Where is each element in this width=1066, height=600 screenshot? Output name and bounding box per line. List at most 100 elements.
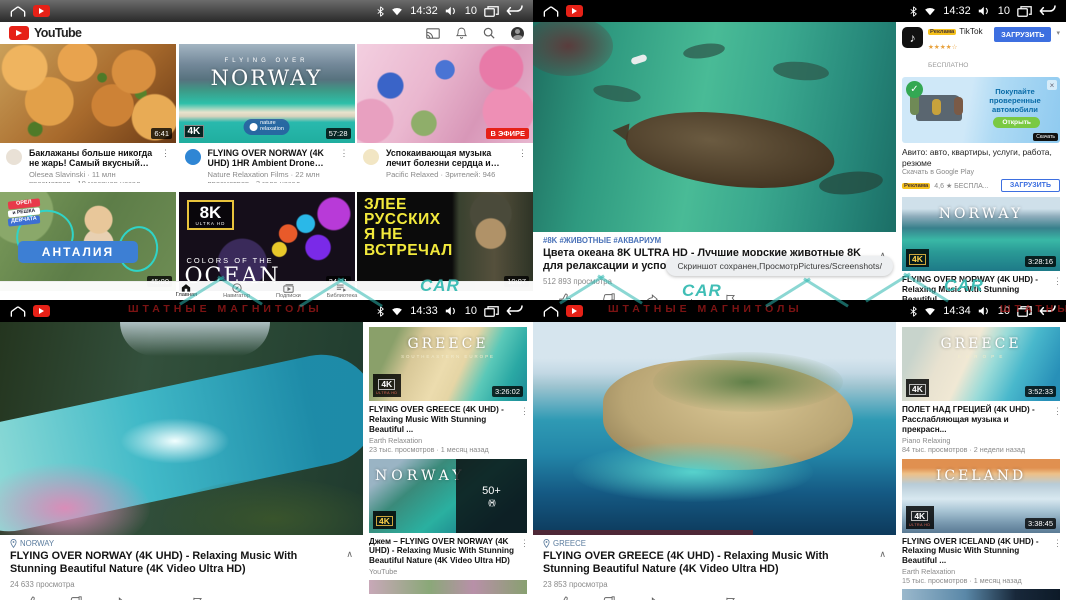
more-icon[interactable]: ⋮: [1053, 406, 1062, 417]
hashtags[interactable]: #8K #ЖИВОТНЫЕ #АКВАРИУМ: [543, 236, 886, 245]
notifications-bell-icon[interactable]: [456, 27, 467, 39]
report-flag-icon[interactable]: [725, 293, 736, 300]
more-icon[interactable]: ⋮: [340, 148, 349, 183]
youtube-wordmark[interactable]: YouTube: [34, 26, 81, 40]
report-flag-icon[interactable]: [725, 596, 736, 600]
rapids-art: [120, 418, 230, 464]
account-avatar[interactable]: [511, 27, 524, 40]
report-flag-icon[interactable]: [192, 596, 203, 600]
video-card[interactable]: В ЭФИРЕ Успокаивающая музыка лечит болез…: [357, 44, 533, 192]
install-button[interactable]: ЗАГРУЗИТЬ: [994, 27, 1051, 42]
related-thumbnail[interactable]: ICELAND 4KULTRA HD 3:38:45: [902, 459, 1060, 533]
search-icon[interactable]: [483, 27, 495, 39]
share-icon[interactable]: [645, 596, 658, 600]
related-mix[interactable]: NORWAY 50+ ((•)) 4K ⋮ Джем – FLYING OVER…: [363, 454, 533, 577]
dislike-icon[interactable]: [602, 596, 615, 600]
channel-avatar[interactable]: [6, 149, 22, 165]
tiktok-ad[interactable]: ♪ Реклама TikTok ★★★★☆ БЕСПЛАТНО ЗАГРУЗИ…: [896, 22, 1066, 75]
collapse-icon[interactable]: ∧: [346, 549, 353, 560]
recent-apps-icon[interactable]: [1017, 306, 1032, 317]
chevron-down-icon[interactable]: ▾: [1056, 29, 1060, 37]
related-thumbnail-partial[interactable]: [902, 589, 1060, 600]
dislike-icon[interactable]: [69, 596, 82, 600]
related-title[interactable]: FLYING OVER ICELAND (4K UHD) - Relaxing …: [902, 537, 1060, 567]
related-thumbnail[interactable]: NORWAY 50+ ((•)) 4K: [369, 459, 527, 533]
youtube-app-icon[interactable]: [566, 305, 583, 317]
nav-library[interactable]: Библиотека: [327, 283, 357, 300]
video-title[interactable]: FLYING OVER NORWAY (4K UHD) 1HR Ambient …: [208, 148, 333, 169]
related-thumbnail[interactable]: GREECE E U R O P E 4K 3:52:33: [902, 327, 1060, 401]
related-title[interactable]: ПОЛЕТ НАД ГРЕЦИЕЙ (4K UHD) - Расслабляющ…: [902, 405, 1060, 435]
more-icon[interactable]: ⋮: [520, 538, 529, 549]
youtube-app-icon[interactable]: [33, 305, 50, 317]
thumbnail-soldier[interactable]: ЗЛЕЕ РУССКИХ Я НЕ ВСТРЕЧАЛ 10:07: [357, 192, 533, 291]
back-icon[interactable]: [1039, 6, 1056, 16]
dislike-icon[interactable]: [602, 293, 615, 300]
video-title[interactable]: Успокаивающая музыка лечит болезни сердц…: [386, 148, 511, 169]
related-thumbnail[interactable]: GREECE SOUTHEASTERN EUROPE 4KULTRA HD 3:…: [369, 327, 527, 401]
video-player[interactable]: [533, 322, 896, 535]
more-icon[interactable]: ⋮: [518, 148, 527, 183]
related-thumbnail[interactable]: NORWAY 4K 3:28:16: [902, 197, 1060, 271]
video-player[interactable]: [0, 322, 363, 535]
related-thumbnail-partial[interactable]: [369, 580, 527, 594]
clock: 14:34: [943, 305, 971, 317]
share-icon[interactable]: [112, 596, 125, 600]
related-video[interactable]: ICELAND 4KULTRA HD 3:38:45 ⋮ FLYING OVER…: [896, 454, 1066, 586]
thumbnail-norway[interactable]: FLYING OVER NORWAY 4K naturerelaxation 5…: [179, 44, 355, 143]
youtube-logo-icon[interactable]: [9, 26, 29, 40]
video-title[interactable]: FLYING OVER GREECE (4K UHD) - Relaxing M…: [543, 550, 886, 577]
nav-explore[interactable]: Навигатор: [223, 283, 250, 300]
home-icon[interactable]: [10, 6, 26, 17]
related-video[interactable]: GREECE SOUTHEASTERN EUROPE 4KULTRA HD 3:…: [363, 322, 533, 454]
video-title[interactable]: Баклажаны больше никогда не жарь! Самый …: [29, 148, 154, 169]
more-icon[interactable]: ⋮: [520, 406, 529, 417]
ad-title[interactable]: Авито: авто, квартиры, услуги, работа, р…: [896, 143, 1066, 168]
video-card[interactable]: FLYING OVER NORWAY 4K naturerelaxation 5…: [179, 44, 355, 192]
nav-subscriptions[interactable]: Подписки: [276, 283, 301, 300]
thumbnail-antalya[interactable]: ОРЕЛ и РЕШКА ДЕВЧАТА АНТАЛИЯ 45:00: [0, 192, 176, 291]
more-icon[interactable]: ⋮: [1053, 276, 1062, 287]
close-icon[interactable]: ×: [1047, 80, 1057, 90]
more-icon[interactable]: ⋮: [161, 148, 170, 183]
thumbnail-ocean[interactable]: 8K ULTRA HD COLORS OF THE OCEAN 34:31: [179, 192, 355, 291]
back-icon[interactable]: [506, 306, 523, 316]
video-card[interactable]: 6:41 Баклажаны больше никогда не жарь! С…: [0, 44, 176, 192]
install-button[interactable]: ЗАГРУЗИТЬ: [1001, 179, 1060, 192]
home-icon[interactable]: [10, 306, 26, 317]
like-icon[interactable]: [559, 596, 572, 600]
thumbnail-food[interactable]: 6:41: [0, 44, 176, 143]
cast-icon[interactable]: [426, 28, 440, 39]
home-icon[interactable]: [543, 306, 559, 317]
recent-apps-icon[interactable]: [1017, 6, 1032, 17]
like-icon[interactable]: [26, 596, 39, 600]
channel-avatar[interactable]: [363, 149, 379, 165]
related-title[interactable]: FLYING OVER GREECE (4K UHD) - Relaxing M…: [369, 405, 527, 435]
thumbnail-birds[interactable]: В ЭФИРЕ: [357, 44, 533, 143]
share-icon[interactable]: [645, 293, 658, 300]
recommendations-sidebar: GREECE E U R O P E 4K 3:52:33 ⋮ ПОЛЕТ НА…: [896, 322, 1066, 600]
related-title[interactable]: FLYING OVER NORWAY (4K UHD) - Relaxing M…: [902, 275, 1060, 300]
thumb-subtitle: SOUTHEASTERN EUROPE: [369, 354, 527, 359]
youtube-app-icon[interactable]: [566, 5, 583, 17]
related-title[interactable]: Джем – FLYING OVER NORWAY (4K UHD) - Rel…: [369, 537, 527, 567]
video-player[interactable]: [533, 22, 896, 232]
location-tag[interactable]: GREECE: [543, 539, 886, 548]
like-icon[interactable]: [559, 293, 572, 300]
back-icon[interactable]: [506, 6, 523, 16]
recent-apps-icon[interactable]: [484, 6, 499, 17]
location-tag[interactable]: NORWAY: [10, 539, 353, 548]
recent-apps-icon[interactable]: [484, 306, 499, 317]
video-title[interactable]: FLYING OVER NORWAY (4K UHD) - Relaxing M…: [10, 550, 353, 577]
related-video[interactable]: GREECE E U R O P E 4K 3:52:33 ⋮ ПОЛЕТ НА…: [896, 322, 1066, 454]
more-icon[interactable]: ⋮: [1053, 538, 1062, 549]
home-icon[interactable]: [543, 6, 559, 17]
youtube-app-icon[interactable]: [33, 5, 50, 17]
avito-banner-ad[interactable]: ✓ × Покупайте проверенные автомобили Отк…: [902, 77, 1060, 143]
banner-open-button[interactable]: Открыть: [993, 117, 1040, 128]
nav-home[interactable]: Главная: [176, 283, 197, 299]
collapse-icon[interactable]: ∧: [879, 549, 886, 560]
channel-avatar[interactable]: [185, 149, 201, 165]
related-video[interactable]: NORWAY 4K 3:28:16 ⋮ FLYING OVER NORWAY (…: [896, 192, 1066, 300]
back-icon[interactable]: [1039, 306, 1056, 316]
